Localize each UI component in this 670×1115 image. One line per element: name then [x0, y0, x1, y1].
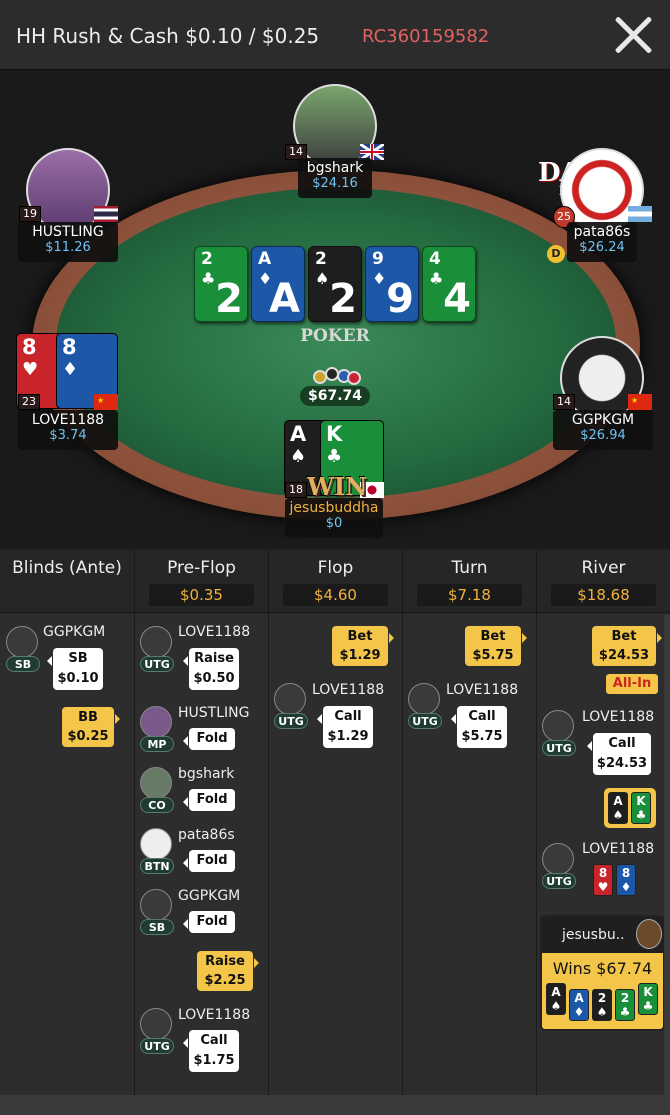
seat-jesusbuddha[interactable]: jesusbuddha $0	[285, 498, 383, 538]
pot-value: $18.68	[551, 584, 656, 606]
hero-shown-cards: A ♠ K ♣	[604, 788, 656, 828]
level-badge: 19	[19, 206, 41, 222]
board-card: 2 ♠ 2	[308, 246, 362, 322]
pot-value: $4.60	[283, 584, 388, 606]
position-badge: UTG	[542, 873, 576, 889]
close-icon[interactable]	[612, 14, 654, 56]
action-bubble: Raise $0.50	[183, 648, 239, 690]
action-bubble: Call $1.29	[317, 706, 373, 748]
hero-action-bubble: BB $0.25	[62, 707, 120, 747]
player-name: LOVE1188	[178, 624, 251, 640]
player-name: HUSTLING	[178, 705, 250, 721]
hero-action-bubble: Bet $5.75	[465, 626, 527, 666]
column-title: Pre-Flop	[167, 558, 236, 578]
chip-stack-icon	[311, 367, 361, 387]
hand-history-screen: HH Rush & Cash $0.10 / $0.25 RC360159582…	[0, 0, 670, 1115]
scrollbar[interactable]	[664, 615, 670, 1095]
player-name: LOVE1188	[446, 682, 519, 698]
column-title: Turn	[451, 558, 488, 578]
player-name: LOVE1188	[178, 1007, 251, 1023]
position-badge: SB	[140, 919, 174, 935]
pot-value: $0.35	[149, 584, 254, 606]
action-bubble: SB $0.10	[47, 648, 103, 690]
position-badge: SB	[6, 656, 40, 672]
position-badge: CO	[140, 797, 174, 813]
board-card: 9 ♦ 9	[365, 246, 419, 322]
pot-amount: $67.74	[300, 386, 370, 406]
mini-card: K ♣	[638, 983, 658, 1015]
action-bubble: Call $1.75	[183, 1030, 239, 1072]
action-bubble: Fold	[183, 911, 235, 933]
action-bubble: Fold	[183, 789, 235, 811]
mini-card: A ♠	[546, 983, 566, 1015]
hero-action-bubble: Bet $24.53	[592, 626, 662, 666]
position-badge: UTG	[140, 1038, 174, 1054]
win-label: WIN	[306, 472, 368, 501]
player-name: GGPKGM	[43, 624, 106, 640]
action-bubble: Fold	[183, 728, 235, 750]
seat-bgshark[interactable]: bgshark $24.16	[298, 158, 372, 198]
mini-card: A ♠	[608, 792, 628, 824]
thai-flag-icon	[94, 206, 118, 222]
position-badge: UTG	[542, 740, 576, 756]
action-bubble: Call $5.75	[451, 706, 507, 748]
mini-card: K ♣	[631, 792, 651, 824]
player-name: LOVE1188	[312, 682, 385, 698]
poker-table: DAVAO POKER POKER 2♣2 A♦A 2♠2 9♦9 4♣4 $6…	[0, 70, 670, 548]
china-flag-icon: ★	[94, 394, 118, 410]
seat-hustling[interactable]: HUSTLING $11.26	[18, 222, 118, 262]
level-badge: 23	[18, 394, 40, 410]
position-badge: BTN	[140, 858, 174, 874]
player-name: bgshark	[178, 766, 235, 782]
action-bubble: Fold	[183, 850, 235, 872]
board-card: 4 ♣ 4	[422, 246, 476, 322]
avatar	[6, 626, 38, 658]
svg-text:★: ★	[631, 396, 638, 405]
argentina-flag-icon	[628, 206, 652, 222]
seat-ggpkgm[interactable]: GGPKGM $26.94	[553, 410, 653, 450]
board-card: A ♦ A	[251, 246, 305, 322]
china-flag-icon: ★	[628, 394, 652, 410]
hero-action-bubble: Bet $1.29	[332, 626, 394, 666]
action-bubble: Call $24.53	[587, 733, 651, 775]
avatar	[636, 919, 662, 949]
column-title: Flop	[317, 558, 354, 578]
hero-action-bubble: Raise $2.25	[197, 951, 259, 991]
seat-love1188[interactable]: LOVE1188 $3.74	[18, 410, 118, 450]
position-badge: MP	[140, 736, 174, 752]
mini-card: 2 ♣	[615, 989, 635, 1021]
position-badge: UTG	[408, 713, 442, 729]
position-badge: UTG	[140, 656, 174, 672]
win-amount: Wins $67.74	[552, 959, 653, 978]
column-title: Blinds (Ante)	[12, 558, 122, 578]
player-name: GGPKGM	[178, 888, 241, 904]
hand-id: RC360159582	[362, 26, 490, 47]
seat-pata86s[interactable]: pata86s $26.24	[567, 222, 637, 262]
header-bar: HH Rush & Cash $0.10 / $0.25 RC360159582	[0, 0, 670, 70]
column-title: River	[581, 558, 626, 578]
winner-name: jesusbu..	[562, 927, 625, 943]
mini-card: A ♦	[569, 989, 589, 1021]
bottom-bar	[0, 1095, 670, 1115]
player-name: LOVE1188	[582, 709, 655, 725]
mini-card: 2 ♠	[592, 989, 612, 1021]
dealer-button: D	[547, 245, 565, 263]
window-title: HH Rush & Cash $0.10 / $0.25	[16, 24, 320, 48]
all-in-badge: All-In	[606, 674, 658, 694]
player-name: pata86s	[178, 827, 235, 843]
mini-card: 8 ♥	[593, 864, 613, 896]
svg-text:★: ★	[97, 396, 104, 405]
level-badge: 14	[553, 394, 575, 410]
player-name: LOVE1188	[582, 841, 655, 857]
pot-value: $7.18	[417, 584, 522, 606]
mini-card: 8 ♦	[616, 864, 636, 896]
board-card: 2 ♣ 2	[194, 246, 248, 322]
felt-logo-text: POKER	[300, 326, 370, 346]
winner-summary: jesusbu.. Wins $67.74 A ♠ A ♦ 2 ♠ 2 ♣ K ♣	[540, 915, 665, 1031]
position-badge: UTG	[274, 713, 308, 729]
